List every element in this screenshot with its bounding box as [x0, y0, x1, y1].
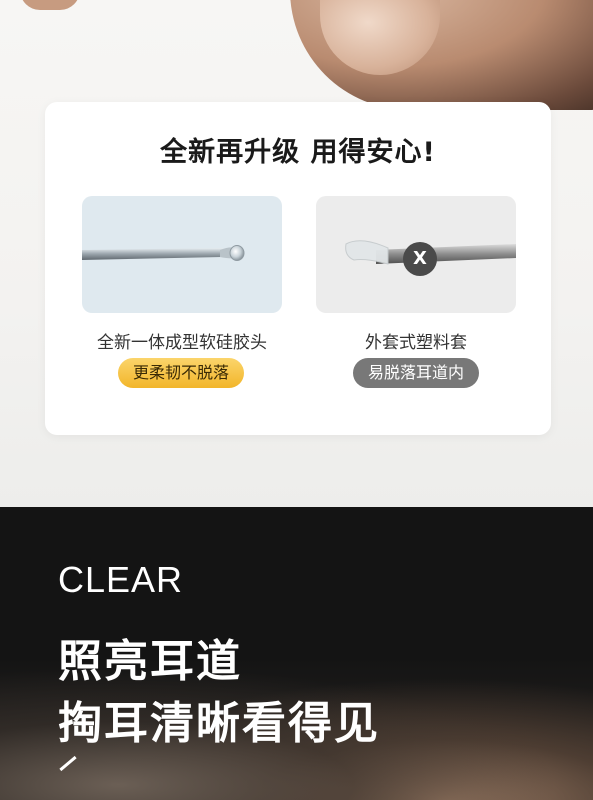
banner-headline-line1: 照亮耳道 — [58, 636, 242, 687]
old-product-caption: 外套式塑料套 — [365, 333, 467, 353]
old-product-image: X — [316, 196, 516, 313]
finger-photo — [20, 0, 80, 10]
banner-headline-line2: 掏耳清晰看得见 — [58, 698, 380, 749]
silicone-tip-earpick-image — [82, 245, 245, 261]
cross-icon: X — [403, 242, 437, 276]
new-product-image — [82, 196, 282, 313]
card-title: 全新再升级 用得安心! — [160, 137, 436, 168]
clear-banner: CLEAR 照亮耳道 掏耳清晰看得见 — [0, 507, 593, 800]
product-photo-section: 全新再升级 用得安心! X 全新一体成型软硅胶头 外套式塑料套 更柔韧不脱落 易… — [0, 0, 593, 507]
old-product-badge: 易脱落耳道内 — [353, 358, 479, 388]
comparison-card: 全新再升级 用得安心! X 全新一体成型软硅胶头 外套式塑料套 更柔韧不脱落 易… — [45, 102, 551, 435]
new-product-badge: 更柔韧不脱落 — [118, 358, 244, 388]
banner-eyebrow: CLEAR — [58, 559, 184, 600]
new-product-caption: 全新一体成型软硅胶头 — [97, 333, 267, 353]
